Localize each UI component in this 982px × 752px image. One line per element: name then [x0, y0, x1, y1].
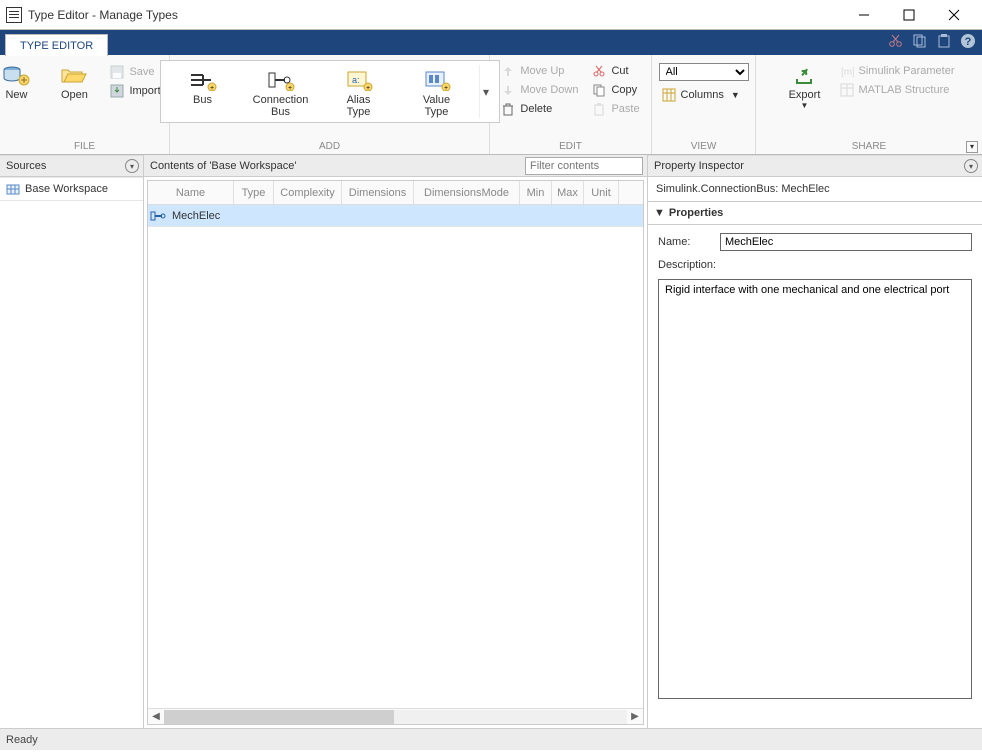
paste-button: Paste — [589, 101, 642, 117]
table-row[interactable]: MechElec — [148, 205, 643, 227]
sources-menu-button[interactable]: ▾ — [125, 159, 139, 173]
move-up-icon — [501, 64, 515, 78]
copy-icon[interactable] — [912, 33, 928, 49]
ribbon-group-file-label: FILE — [74, 141, 95, 152]
inspector-type-label: Simulink.ConnectionBus: MechElec — [648, 177, 982, 202]
export-button[interactable]: Export ▼ — [781, 60, 829, 110]
move-down-button: Move Down — [498, 82, 581, 98]
export-icon — [789, 63, 821, 87]
matlab-struct-icon — [840, 83, 854, 97]
simulink-parameter-button: [m]Simulink Parameter — [837, 63, 958, 79]
contents-grid-header: Name Type Complexity Dimensions Dimensio… — [148, 181, 643, 205]
contents-header: Contents of 'Base Workspace' — [144, 160, 525, 172]
svg-text:[m]: [m] — [841, 67, 854, 78]
add-bus-button[interactable]: + Bus — [167, 65, 239, 118]
move-up-button: Move Up — [498, 63, 581, 79]
cut-icon — [592, 64, 606, 78]
ribbon-group-view-label: VIEW — [691, 141, 717, 152]
ribbon-group-edit-label: EDIT — [559, 141, 582, 152]
minimize-button[interactable] — [841, 0, 886, 30]
svg-text:+: + — [365, 85, 369, 91]
description-label: Description: — [658, 259, 972, 271]
new-icon — [0, 63, 32, 87]
alias-type-icon: a: + — [343, 68, 375, 92]
maximize-button[interactable] — [886, 0, 931, 30]
value-type-icon: + — [421, 68, 453, 92]
ribbon-group-add-label: ADD — [319, 141, 340, 152]
status-text: Ready — [6, 734, 38, 746]
save-icon — [110, 65, 124, 79]
bus-icon: + — [187, 68, 219, 92]
scrollbar-thumb[interactable] — [164, 710, 394, 724]
add-connection-bus-button[interactable]: + Connection Bus — [245, 65, 317, 118]
sources-header: Sources ▾ — [0, 155, 143, 177]
app-icon — [6, 7, 22, 23]
name-label: Name: — [658, 236, 714, 248]
tab-type-editor[interactable]: TYPE EDITOR — [5, 34, 108, 56]
ribbon-group-share-label: SHARE — [852, 141, 886, 152]
help-icon[interactable]: ? — [960, 33, 976, 49]
cut-button[interactable]: Cut — [589, 63, 642, 79]
inspector-header: Property Inspector ▾ — [648, 155, 982, 177]
description-textarea[interactable]: Rigid interface with one mechanical and … — [658, 279, 972, 699]
columns-button[interactable]: Columns▼ — [659, 87, 749, 103]
svg-text:a:: a: — [352, 75, 360, 85]
add-value-type-button[interactable]: + Value Type — [401, 65, 473, 118]
new-button[interactable]: New — [0, 60, 41, 101]
view-filter-select[interactable]: All — [659, 63, 749, 81]
add-alias-type-button[interactable]: a:+ Alias Type — [323, 65, 395, 118]
connection-bus-icon: + — [265, 68, 297, 92]
close-button[interactable] — [931, 0, 976, 30]
open-button[interactable]: Open — [49, 60, 99, 101]
ribbon-expand-button[interactable]: ▾ — [966, 141, 978, 153]
collapse-icon: ▼ — [654, 207, 665, 219]
source-base-workspace[interactable]: Base Workspace — [0, 177, 143, 201]
svg-text:?: ? — [965, 36, 972, 48]
folder-open-icon — [58, 63, 90, 87]
properties-section-toggle[interactable]: ▼ Properties — [648, 202, 982, 225]
trash-icon — [501, 102, 515, 116]
scroll-right-arrow[interactable]: ▶ — [627, 711, 643, 722]
delete-button[interactable]: Delete — [498, 101, 581, 117]
horizontal-scrollbar[interactable]: ◀ ▶ — [148, 708, 643, 724]
scroll-left-arrow[interactable]: ◀ — [148, 711, 164, 722]
svg-text:+: + — [287, 85, 291, 91]
paste-icon — [592, 102, 606, 116]
simulink-icon: [m] — [840, 64, 854, 78]
svg-text:+: + — [443, 85, 447, 91]
scissors-icon[interactable] — [888, 33, 904, 49]
status-bar: Ready — [0, 728, 982, 750]
window-title: Type Editor - Manage Types — [28, 8, 178, 22]
matlab-structure-button: MATLAB Structure — [837, 82, 958, 98]
connection-bus-row-icon — [148, 210, 168, 222]
move-down-icon — [501, 83, 515, 97]
inspector-menu-button[interactable]: ▾ — [964, 159, 978, 173]
copy-icon — [592, 83, 606, 97]
workspace-icon — [6, 182, 20, 196]
copy-button[interactable]: Copy — [589, 82, 642, 98]
svg-text:+: + — [209, 85, 213, 91]
import-icon — [110, 84, 124, 98]
filter-contents-input[interactable] — [525, 157, 643, 175]
name-input[interactable] — [720, 233, 972, 251]
paste-icon[interactable] — [936, 33, 952, 49]
columns-icon — [662, 88, 676, 102]
